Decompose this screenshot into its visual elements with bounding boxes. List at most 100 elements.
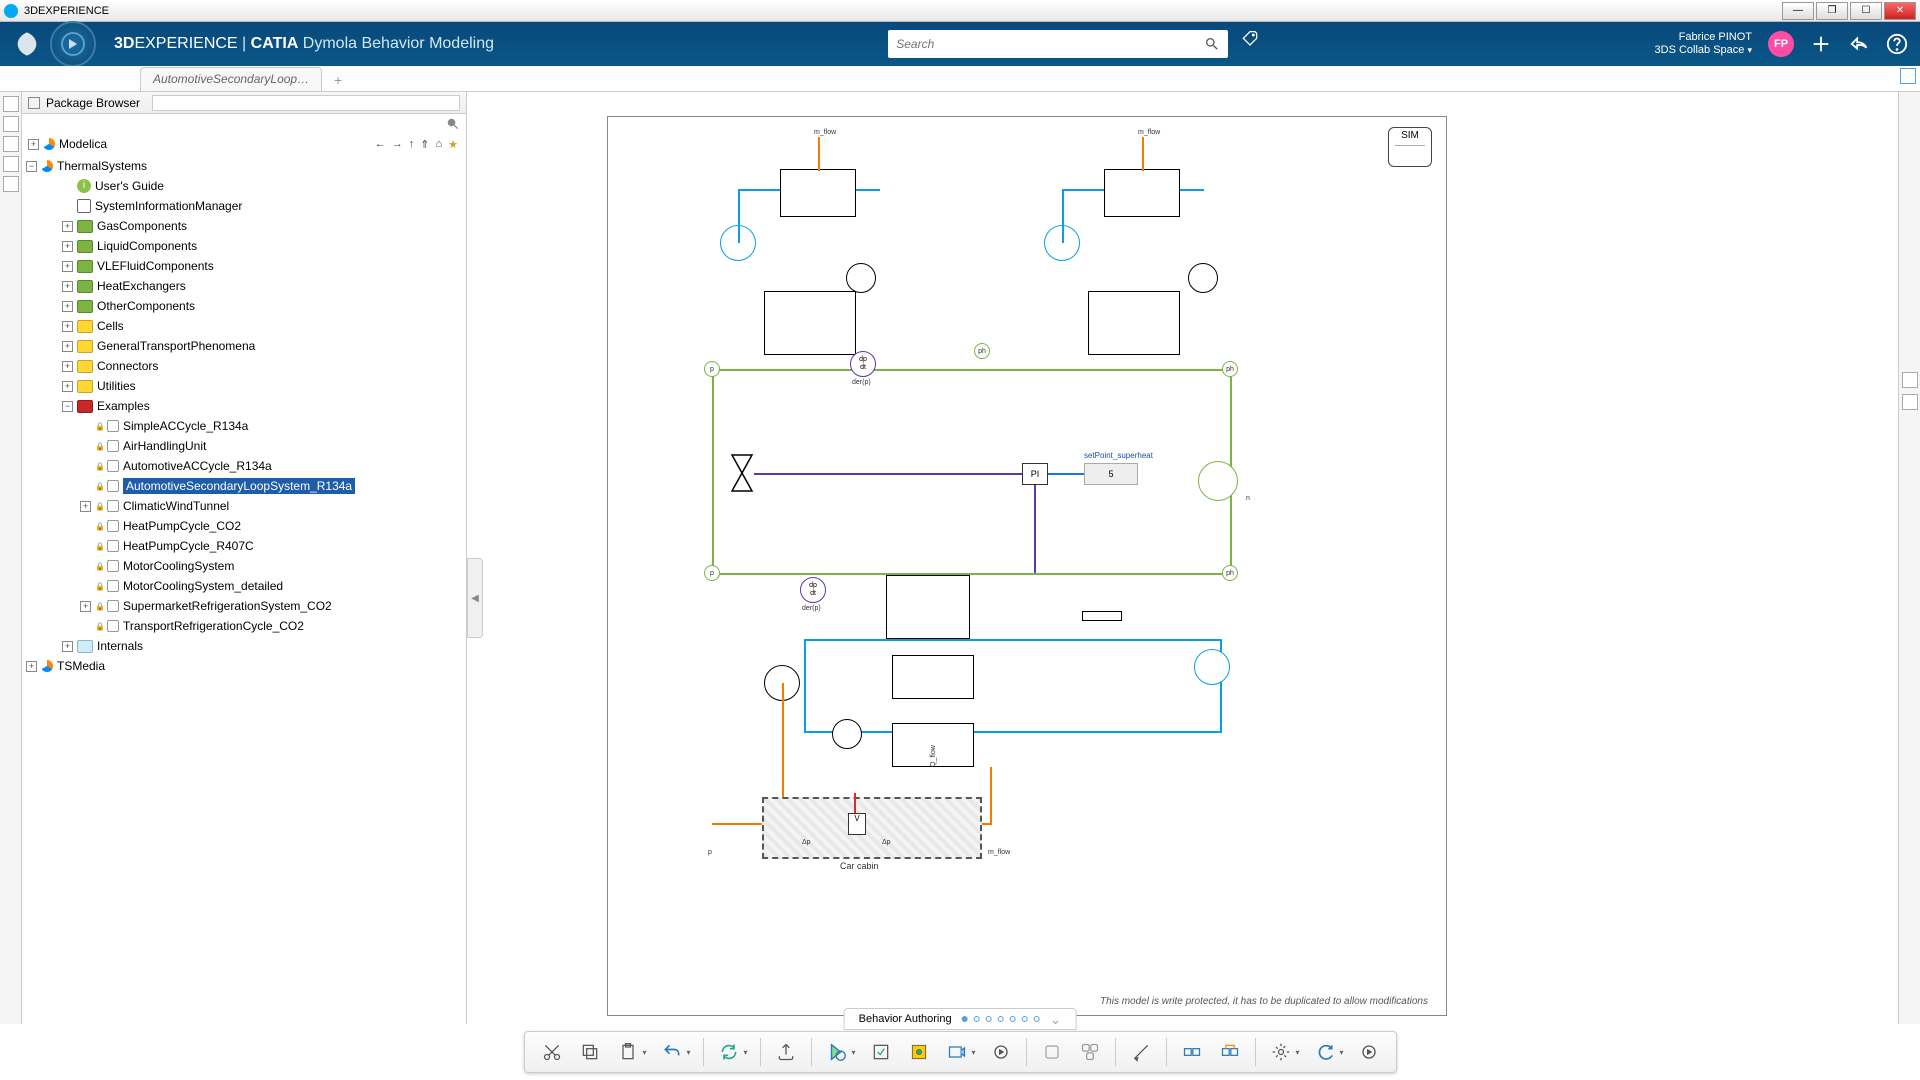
fan-left[interactable] — [846, 263, 876, 293]
block-button[interactable] — [1036, 1036, 1068, 1068]
tree-item[interactable]: SystemInformationManager — [26, 196, 462, 216]
tree-label[interactable]: MotorCoolingSystem_detailed — [123, 579, 283, 593]
diagram[interactable]: SIM m_flow m_flow — [614, 123, 1440, 1009]
expand-toggle[interactable]: + — [80, 601, 91, 612]
evaporator-left[interactable] — [764, 291, 856, 355]
settings-button[interactable] — [1265, 1036, 1297, 1068]
compass-button[interactable] — [50, 21, 96, 67]
tree-item[interactable]: 🔒HeatPumpCycle_R407C — [26, 536, 462, 556]
tree-item[interactable]: +Internals — [26, 636, 462, 656]
tree-item-modelica[interactable]: Modelica — [59, 137, 107, 151]
tree-label[interactable]: HeatPumpCycle_CO2 — [123, 519, 241, 533]
add-icon[interactable] — [1810, 33, 1832, 55]
share-icon[interactable] — [1848, 33, 1870, 55]
tree-label[interactable]: AirHandlingUnit — [123, 439, 206, 453]
tree-item[interactable]: +GeneralTransportPhenomena — [26, 336, 462, 356]
tree-item[interactable]: +LiquidComponents — [26, 236, 462, 256]
tree-item[interactable]: +Utilities — [26, 376, 462, 396]
window-minimize-button[interactable]: — — [1782, 2, 1814, 20]
pump-secondary[interactable] — [1194, 649, 1230, 685]
mid-heat-exchanger[interactable] — [886, 575, 970, 639]
page-dot-2[interactable] — [974, 1016, 980, 1022]
tree-label[interactable]: TransportRefrigerationCycle_CO2 — [123, 619, 304, 633]
tree-label[interactable]: OtherComponents — [97, 299, 195, 313]
translate-button[interactable] — [903, 1036, 935, 1068]
hx-lower-1[interactable] — [892, 655, 974, 699]
sensor-ph1[interactable]: ph — [974, 343, 990, 359]
cut-button[interactable] — [536, 1036, 568, 1068]
tree-label[interactable]: VLEFluidComponents — [97, 259, 214, 273]
expand-toggle[interactable]: + — [62, 381, 73, 392]
more-button[interactable] — [1353, 1036, 1385, 1068]
tag-icon[interactable] — [1240, 30, 1260, 50]
expand-toggle[interactable]: + — [62, 641, 73, 652]
tree-item[interactable]: +🔒SupermarketRefrigerationSystem_CO2 — [26, 596, 462, 616]
compressor[interactable] — [1198, 461, 1238, 501]
sensor-p2[interactable]: p — [704, 565, 720, 581]
refresh-dropdown[interactable]: ▾ — [744, 1048, 754, 1057]
tree-label[interactable]: SimpleACCycle_R134a — [123, 419, 248, 433]
step-button[interactable] — [985, 1036, 1017, 1068]
help-icon[interactable] — [1886, 33, 1908, 55]
tree-label[interactable]: HeatExchangers — [97, 279, 186, 293]
nav-up-icon[interactable]: ↑ — [407, 138, 417, 151]
search-input[interactable] — [896, 37, 1204, 51]
paste-dropdown[interactable]: ▾ — [643, 1048, 653, 1057]
export-button[interactable] — [770, 1036, 802, 1068]
sim-block[interactable]: SIM — [1388, 127, 1432, 167]
tree-item[interactable]: +HeatExchangers — [26, 276, 462, 296]
cabin-volume[interactable]: V — [848, 813, 866, 835]
page-dot-4[interactable] — [998, 1016, 1004, 1022]
rail-button-2[interactable] — [3, 116, 19, 132]
tree-label[interactable]: Cells — [97, 319, 124, 333]
nav-home-icon[interactable]: ⌂ — [433, 138, 444, 151]
rail-button-3[interactable] — [3, 136, 19, 152]
expand-toggle[interactable]: − — [26, 161, 37, 172]
expand-toggle[interactable]: + — [62, 241, 73, 252]
search-icon[interactable] — [1204, 36, 1220, 52]
tree-label[interactable]: Connectors — [97, 359, 158, 373]
authoring-expand-icon[interactable]: ⌄ — [1050, 1011, 1062, 1028]
tree-item[interactable]: +TSMedia — [26, 656, 462, 676]
check-button[interactable] — [865, 1036, 897, 1068]
tree-label[interactable]: ThermalSystems — [57, 159, 147, 173]
pkg-header-checkbox[interactable] — [28, 97, 40, 109]
tab-active[interactable]: AutomotiveSecondaryLoop… — [140, 67, 322, 91]
tree-item[interactable]: 🔒AirHandlingUnit — [26, 436, 462, 456]
tree-item[interactable]: + Cells — [26, 316, 462, 336]
condenser-right-top[interactable] — [1104, 169, 1180, 217]
page-dot-3[interactable] — [986, 1016, 992, 1022]
paste-button[interactable] — [612, 1036, 644, 1068]
page-dot-1[interactable] — [962, 1016, 968, 1022]
right-rail-btn-1[interactable] — [1902, 372, 1918, 388]
dpdt-sensor-2[interactable]: dpdt — [800, 577, 826, 603]
tree-item[interactable]: 🔒HeatPumpCycle_CO2 — [26, 516, 462, 536]
panel-maximize-icon[interactable] — [1900, 68, 1916, 84]
ds-logo-icon[interactable] — [12, 29, 42, 59]
avatar[interactable]: FP — [1768, 31, 1794, 57]
search-box[interactable] — [888, 30, 1228, 58]
tree-item[interactable]: 🔒MotorCoolingSystem_detailed — [26, 576, 462, 596]
animate-button[interactable] — [941, 1036, 973, 1068]
nav-fav-icon[interactable]: ★ — [446, 138, 460, 151]
expand-toggle[interactable]: + — [62, 321, 73, 332]
root-expand[interactable]: + — [28, 139, 39, 150]
undo-dropdown[interactable]: ▾ — [687, 1048, 697, 1057]
expansion-valve[interactable] — [728, 453, 756, 498]
tree-item[interactable]: +Connectors — [26, 356, 462, 376]
tree-item[interactable]: +OtherComponents — [26, 296, 462, 316]
page-dot-7[interactable] — [1034, 1016, 1040, 1022]
filter-search-icon[interactable] — [446, 117, 460, 131]
window-restore-button[interactable]: ❐ — [1816, 2, 1848, 20]
setpoint-block[interactable]: 5 — [1084, 463, 1138, 485]
rail-button-1[interactable] — [3, 96, 19, 112]
tree-label[interactable]: AutomotiveSecondaryLoopSystem_R134a — [123, 478, 355, 494]
dpdt-sensor-1[interactable]: dpdt — [850, 351, 876, 377]
car-cabin-block[interactable] — [762, 797, 982, 859]
expand-toggle[interactable]: + — [80, 501, 91, 512]
tree-label[interactable]: Examples — [97, 399, 150, 413]
tree-label[interactable]: GeneralTransportPhenomena — [97, 339, 255, 353]
tree-item[interactable]: 🔒AutomotiveSecondaryLoopSystem_R134a — [26, 476, 462, 496]
tree-label[interactable]: ClimaticWindTunnel — [123, 499, 229, 513]
behavior-authoring-tab[interactable]: Behavior Authoring ⌄ — [844, 1008, 1077, 1030]
